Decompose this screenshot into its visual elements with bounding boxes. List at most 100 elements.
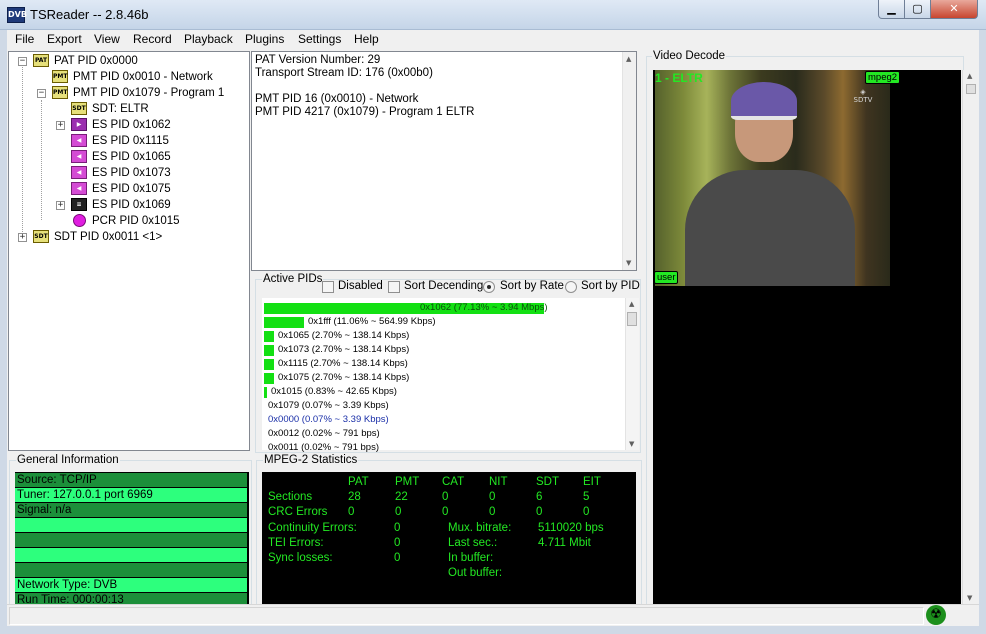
expand-icon[interactable]: + — [56, 201, 65, 210]
continuity-errors-value: 0 — [394, 522, 401, 534]
pid-rate-bar — [264, 345, 274, 356]
stat-value: 5 — [583, 491, 590, 503]
stat-value: 0 — [442, 506, 449, 518]
active-pids-title: Active PIDs — [262, 273, 324, 285]
codec-badge: mpeg2 — [865, 71, 901, 84]
pid-rate-label: 0x1015 (0.83% ~ 42.65 Kbps) — [271, 386, 397, 397]
active-pids-list[interactable]: 0x1062 (77.13% ~ 3.94 Mbps) 0x1fff (11.06… — [262, 298, 639, 453]
channel-logo: ◈ SDTV — [851, 88, 875, 110]
stat-value: 6 — [536, 491, 543, 503]
audio-stream-icon: ◀ — [71, 166, 87, 179]
info-row-network-type: Network Type: DVB — [15, 578, 247, 592]
detail-line: Transport Stream ID: 176 (0x00b0) — [255, 67, 433, 79]
menu-plugins[interactable]: Plugins — [245, 32, 284, 46]
expand-icon[interactable]: + — [18, 233, 27, 242]
mpeg2-stats-title: MPEG-2 Statistics — [263, 454, 359, 466]
maximize-button[interactable]: ▢ — [904, 0, 931, 19]
pid-detail-panel[interactable]: PAT Version Number: 29 Transport Stream … — [251, 51, 637, 271]
pid-rate-label: 0x0011 (0.02% ~ 791 bps) — [268, 442, 379, 453]
scroll-down-icon[interactable]: ▼ — [629, 440, 634, 448]
status-panel — [9, 607, 924, 625]
window-frame-bottom — [0, 626, 986, 634]
pid-rate-bar — [264, 359, 274, 370]
general-info-panel: Source: TCP/IP Tuner: 127.0.0.1 port 696… — [15, 472, 249, 608]
stat-value: 0 — [489, 506, 496, 518]
sort-descending-label: Sort Decending — [404, 280, 484, 292]
info-row-empty — [15, 518, 247, 532]
tei-errors-value: 0 — [394, 537, 401, 549]
video-scrollbar[interactable]: ▲ ▼ — [962, 70, 979, 604]
collapse-icon[interactable]: − — [18, 57, 27, 66]
sync-losses-value: 0 — [394, 552, 401, 564]
scroll-down-icon[interactable]: ▼ — [626, 259, 631, 267]
info-row-signal: Signal: n/a — [15, 503, 247, 517]
title-bar: DVB TSReader -- 2.8.46b ▁ ▢ ✕ — [0, 0, 986, 30]
tree-item-label: PAT PID 0x0000 — [54, 55, 138, 67]
menu-view[interactable]: View — [94, 32, 120, 46]
radiation-icon: ☢ — [926, 605, 946, 625]
menu-help[interactable]: Help — [354, 32, 379, 46]
close-button[interactable]: ✕ — [930, 0, 978, 19]
tree-line — [41, 100, 42, 220]
sort-descending-checkbox[interactable] — [388, 281, 400, 293]
pid-tree[interactable]: − PAT PAT PID 0x0000 PMT PMT PID 0x0010 … — [8, 51, 250, 451]
out-buffer-label: Out buffer: — [448, 567, 503, 579]
video-decode-panel[interactable]: ◈ SDTV 1 - ELTR mpeg2 user — [653, 70, 961, 604]
last-sec-label: Last sec.: — [448, 537, 498, 549]
pid-rate-label: 0x0012 (0.02% ~ 791 bps) — [268, 428, 380, 439]
stat-value: 0 — [489, 491, 496, 503]
last-sec-value: 4.711 Mbit — [538, 537, 591, 549]
menu-file[interactable]: File — [15, 32, 34, 46]
sort-by-rate-radio[interactable] — [483, 281, 495, 293]
audio-stream-icon: ◀ — [71, 182, 87, 195]
in-buffer-label: In buffer: — [448, 552, 494, 564]
mux-bitrate-label: Mux. bitrate: — [448, 522, 512, 534]
pmt-icon: PMT — [52, 86, 68, 99]
expand-icon[interactable]: + — [56, 121, 65, 130]
pid-rate-label: 0x1075 (2.70% ~ 138.14 Kbps) — [278, 372, 410, 383]
menu-export[interactable]: Export — [47, 32, 82, 46]
collapse-icon[interactable]: − — [37, 89, 46, 98]
scroll-up-icon[interactable]: ▲ — [629, 300, 634, 308]
minimize-button[interactable]: ▁ — [878, 0, 905, 19]
tree-item-label: ES PID 0x1069 — [92, 199, 171, 211]
info-row-source: Source: TCP/IP — [15, 473, 247, 487]
menu-settings[interactable]: Settings — [298, 32, 341, 46]
scroll-down-icon[interactable]: ▼ — [967, 594, 972, 602]
scroll-up-icon[interactable]: ▲ — [626, 55, 631, 63]
stat-header-sdt: SDT — [536, 476, 559, 488]
detail-line: PMT PID 4217 (0x1079) - Program 1 ELTR — [255, 106, 475, 118]
info-row-empty — [15, 548, 247, 562]
tree-item-label: SDT PID 0x0011 <1> — [54, 231, 163, 243]
menu-record[interactable]: Record — [133, 32, 172, 46]
window-frame-left — [0, 30, 7, 634]
detail-line: PMT PID 16 (0x0010) - Network — [255, 93, 419, 105]
video-figure — [685, 170, 855, 286]
window-title: TSReader -- 2.8.46b — [30, 7, 149, 22]
scroll-thumb[interactable] — [966, 84, 976, 94]
pids-scrollbar[interactable]: ▲ ▼ — [625, 298, 639, 450]
sort-by-pid-label: Sort by PID — [581, 280, 640, 292]
stat-value: 0 — [442, 491, 449, 503]
tree-item-label: PMT PID 0x1079 - Program 1 — [73, 87, 225, 99]
sort-by-pid-radio[interactable] — [565, 281, 577, 293]
stat-value: 0 — [395, 506, 402, 518]
mux-bitrate-value: 5110020 bps — [538, 522, 604, 534]
tei-errors-label: TEI Errors: — [268, 537, 324, 549]
detail-scrollbar[interactable]: ▲ ▼ — [622, 52, 636, 270]
scroll-up-icon[interactable]: ▲ — [967, 72, 972, 80]
scroll-thumb[interactable] — [627, 312, 637, 326]
stat-value: 28 — [348, 491, 361, 503]
disabled-checkbox[interactable] — [322, 281, 334, 293]
continuity-errors-label: Continuity Errors: — [268, 522, 357, 534]
stat-value: 0 — [536, 506, 543, 518]
sync-losses-label: Sync losses: — [268, 552, 333, 564]
video-figure — [731, 82, 797, 120]
menu-playback[interactable]: Playback — [184, 32, 233, 46]
pid-rate-bar — [264, 317, 304, 328]
info-row-tuner: Tuner: 127.0.0.1 port 6969 — [15, 488, 247, 502]
sort-by-rate-label: Sort by Rate — [500, 280, 564, 292]
tree-item-label: PCR PID 0x1015 — [92, 215, 180, 227]
pid-rate-label: 0x1073 (2.70% ~ 138.14 Kbps) — [278, 344, 410, 355]
channel-label: 1 - ELTR — [655, 71, 703, 85]
